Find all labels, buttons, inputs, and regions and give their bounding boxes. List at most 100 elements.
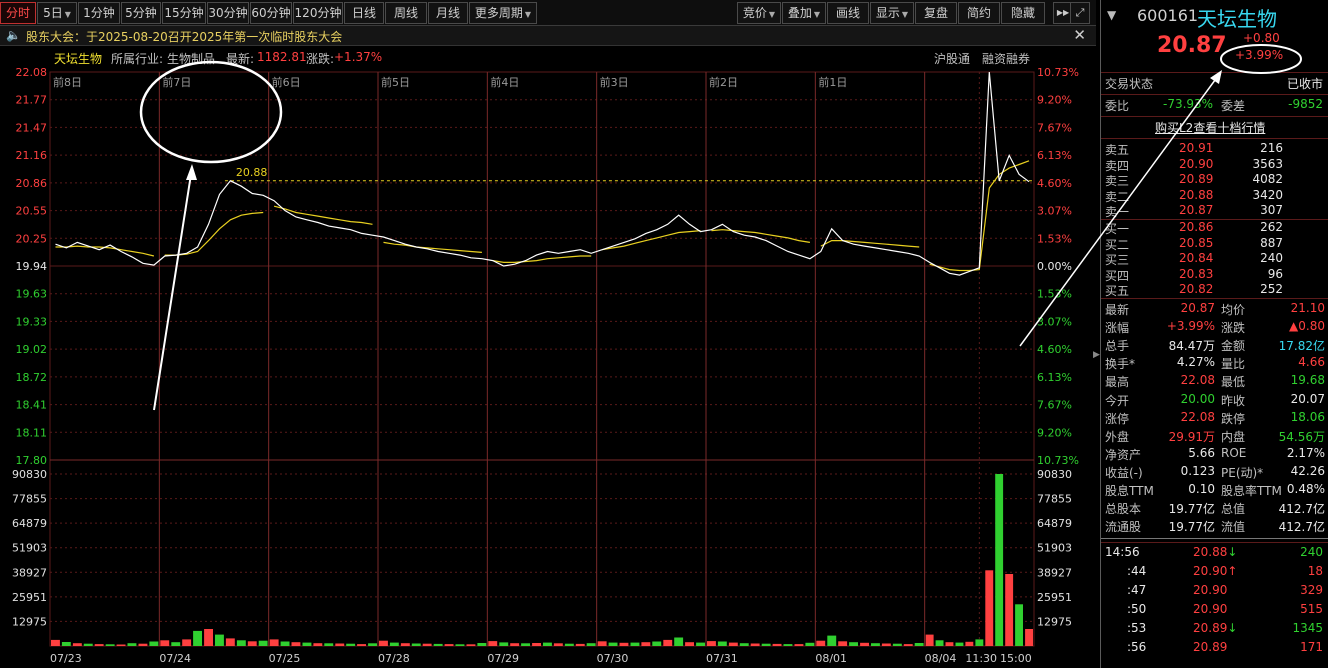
stat-value: 0.48% [1286,482,1325,496]
pct-tick-label-7: 0.00% [1037,260,1072,273]
date-label-1: 07/24 [159,652,191,665]
period-button-9[interactable]: 周线 [385,2,427,24]
volume-bar-6-2 [728,642,738,646]
price-tick-label-14: 17.80 [16,454,48,467]
period-button-1[interactable]: 5日 ▼ [37,2,77,24]
pct-tick-label-10: 4.60% [1037,343,1072,356]
intraday-chart[interactable]: 天坛生物 所属行业: 生物制品 最新: 1182.81 涨跌: +1.37% 沪… [0,46,1096,668]
speaker-icon: 🔈 [6,28,21,42]
volume-bar-8-4 [965,641,974,646]
panel-toggle-icon[interactable]: ▶ [1093,350,1100,360]
volume-bar-4-2 [510,643,520,646]
settings-caret-icon[interactable]: ▼ [1107,8,1116,22]
tool-button-label: 简约 [966,6,991,20]
volume-bar-6-0 [707,641,716,646]
stat-row-8: 净资产 5.66 ROE 2.17% [1101,446,1328,464]
stat-label: 内盘 [1221,429,1246,444]
tick-volume: 240 [1300,545,1323,559]
volume-bar-6-5 [761,643,771,646]
ask-price: 20.89 [1179,172,1214,187]
stock-code: 600161 [1137,6,1199,25]
volume-bar-8-5 [975,639,984,646]
volume-bar-0-3 [83,643,93,646]
ask-label: 卖五 [1105,143,1130,157]
volume-tick-label-right-2: 64879 [1037,517,1072,530]
tool-button-6[interactable]: 隐藏 [1001,2,1045,24]
stat-value: 412.7亿 [1278,502,1325,517]
period-button-5[interactable]: 30分钟 [207,2,249,24]
tick-time: :50 [1127,602,1147,616]
date-label-4: 07/29 [487,652,519,665]
stat-row-0: 最新 20.87 均价 21.10 [1101,301,1328,319]
tool-button-3[interactable]: 显示 ▼ [870,2,914,24]
close-icon[interactable]: ✕ [1073,26,1086,44]
volume-tick-label-6: 12975 [12,615,47,628]
stat-value: 84.47万 [1168,339,1215,354]
price-tick-label-11: 18.72 [16,371,48,384]
volume-bar-5-1 [608,642,618,646]
fullscreen-icon[interactable]: ⤢ [1070,2,1090,24]
date-label-5: 07/30 [597,652,629,665]
stat-label: 均价 [1221,303,1246,317]
volume-bar-1-3 [193,630,202,646]
volume-bar-7-5 [871,643,880,646]
period-button-label: 周线 [393,6,418,20]
volume-bar-2-0 [269,639,279,646]
volume-bar-4-7 [564,643,574,646]
period-button-6[interactable]: 60分钟 [250,2,292,24]
period-button-label: 120分钟 [294,6,342,20]
volume-tick-label-2: 64879 [12,517,47,530]
arrow-down-icon: ↓ [1227,621,1238,635]
volume-bar-2-5 [324,643,334,646]
tool-button-1[interactable]: 叠加 ▼ [782,2,826,24]
stat-value: 0.123 [1180,463,1215,478]
volume-bar-4-3 [521,643,530,646]
period-button-2[interactable]: 1分钟 [78,2,120,24]
period-button-7[interactable]: 120分钟 [293,2,343,24]
volume-bar-6-6 [772,643,782,646]
volume-bar-4-6 [553,643,563,646]
stat-value: 0.10 [1188,482,1215,496]
volume-bar-7-8 [903,644,913,646]
avg-line-day-7 [820,240,920,248]
stat-value: 20.07 [1290,391,1325,406]
volume-bar-5-8 [685,642,694,646]
arrow-down-icon: ↓ [1227,545,1238,559]
stat-row-5: 今开 20.00 昨收 20.07 [1101,392,1328,410]
period-button-11[interactable]: 更多周期 ▼ [469,2,537,24]
ask-volume: 307 [1260,203,1283,218]
volume-bar-0-0 [51,639,60,646]
notice-text[interactable]: 股东大会：于2025-08-20召开2025年第一次临时股东大会 [26,28,342,45]
avg-line-day-1 [164,211,264,256]
pct-tick-label-4: 4.60% [1037,177,1072,190]
stat-value: 29.91万 [1168,429,1215,444]
tool-button-4[interactable]: 复盘 [915,2,957,24]
volume-bar-8-8 [1005,574,1014,646]
stat-value: 18.06 [1290,409,1325,424]
tool-button-label: 叠加 [787,6,812,20]
tick-row-4: :53 20.89↓ 1345 [1101,621,1328,639]
volume-bar-1-9 [258,640,268,646]
bid-volume: 96 [1267,266,1283,281]
volume-bar-5-5 [652,641,662,646]
volume-bar-4-0 [488,641,498,646]
period-button-3[interactable]: 5分钟 [121,2,161,24]
tool-button-0[interactable]: 竞价 ▼ [737,2,781,24]
day-label-5: 前3日 [600,75,629,89]
tool-button-5[interactable]: 简约 [958,2,1000,24]
volume-bar-3-3 [411,643,421,646]
bid-label: 买一 [1105,222,1130,236]
tool-button-2[interactable]: 画线 [827,2,869,24]
stat-row-10: 股息TTM 0.10 股息率TTM 0.48% [1101,482,1328,500]
period-button-4[interactable]: 15分钟 [162,2,206,24]
volume-bar-3-9 [477,643,487,646]
l2-link[interactable]: 购买L2查看十档行情 [1155,119,1265,136]
period-button-8[interactable]: 日线 [344,2,384,24]
volume-bar-1-8 [247,641,257,646]
tool-button-label: 画线 [835,6,860,20]
period-button-10[interactable]: 月线 [428,2,468,24]
volume-bar-2-2 [291,642,301,646]
period-button-0[interactable]: 分时 [0,2,36,24]
chart-canvas[interactable]: 22.08 10.73% 21.77 9.20% 21.47 7.67% 21.16 6.13… [0,46,1096,668]
day-label-6: 前2日 [709,75,738,89]
